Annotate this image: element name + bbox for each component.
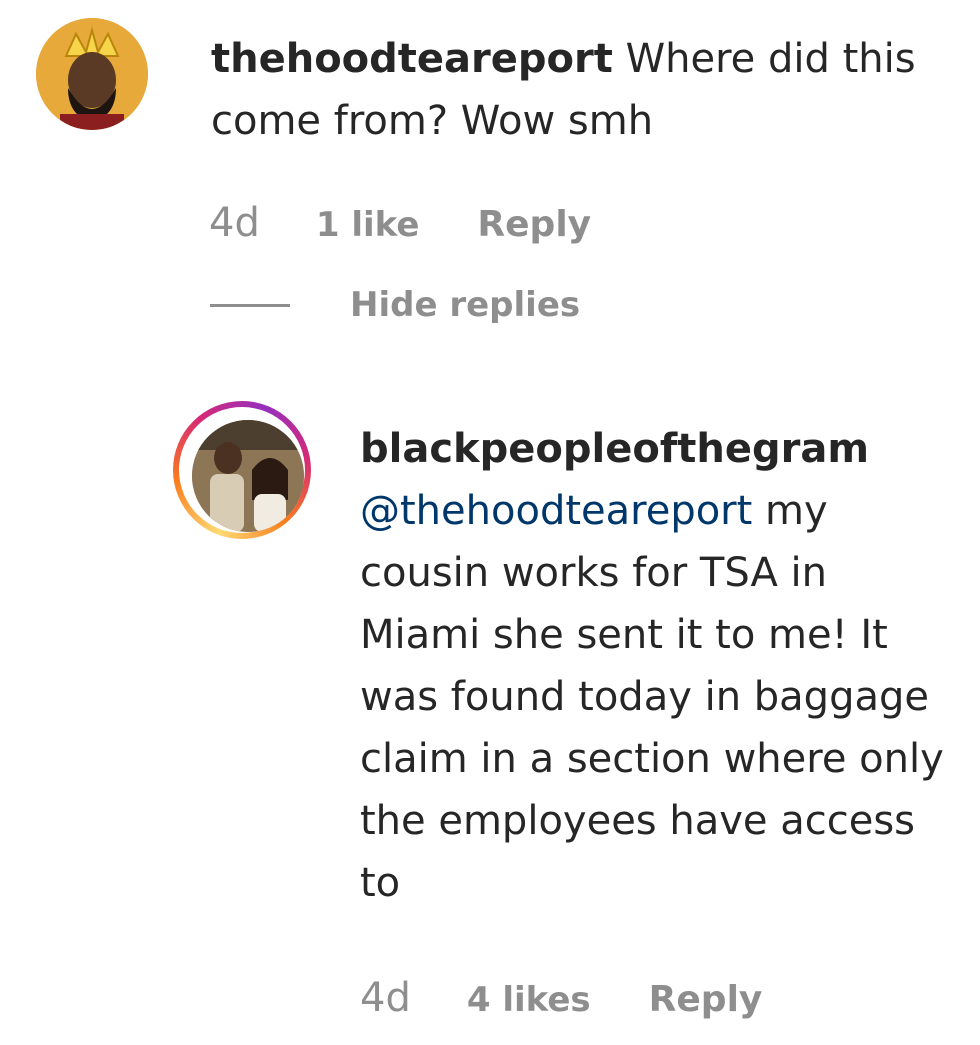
reply-text: my cousin works for TSA in Miami she sen… — [360, 488, 944, 906]
reply-age[interactable]: 4d — [360, 975, 411, 1021]
hide-replies-button[interactable]: Hide replies — [210, 285, 580, 325]
comment-username[interactable]: thehoodteareport — [211, 36, 613, 82]
hide-replies-label: Hide replies — [350, 285, 581, 325]
comment-meta: 4d 1 like Reply — [209, 200, 591, 246]
comment-likes[interactable]: 1 like — [316, 205, 420, 245]
avatar-photo-icon — [192, 420, 304, 532]
comment-reply-button[interactable]: Reply — [477, 204, 591, 245]
comment-body: thehoodteareport Where did this come fro… — [211, 28, 951, 152]
reply-reply-button[interactable]: Reply — [649, 979, 763, 1020]
reply-avatar — [192, 420, 304, 532]
reply-body: blackpeopleofthegram @thehoodteareport m… — [360, 418, 950, 914]
reply-avatar-ring-gap — [179, 407, 305, 533]
reply-mention-link[interactable]: @thehoodteareport — [360, 488, 752, 534]
comment-age[interactable]: 4d — [209, 200, 260, 246]
reply-meta: 4d 4 likes Reply — [360, 975, 762, 1021]
reply-likes[interactable]: 4 likes — [467, 980, 591, 1020]
hide-replies-divider — [210, 303, 290, 307]
reply-username[interactable]: blackpeopleofthegram — [360, 426, 869, 472]
avatar-photo-icon — [36, 18, 148, 130]
comment-avatar[interactable] — [36, 18, 148, 130]
reply-avatar-story-ring[interactable] — [173, 401, 311, 539]
